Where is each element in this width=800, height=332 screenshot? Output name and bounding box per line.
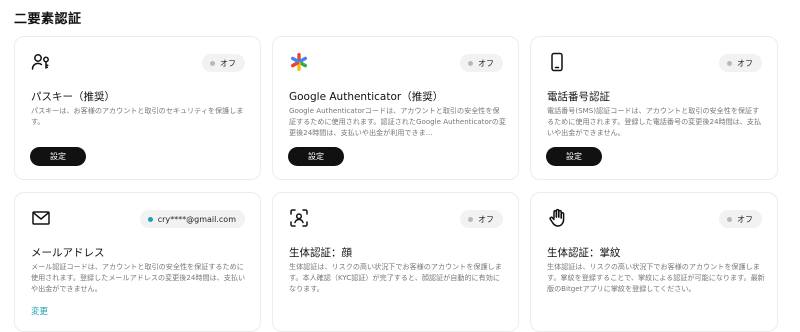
status-badge: オフ — [719, 210, 762, 228]
status-dot-icon — [210, 60, 215, 66]
google-authenticator-setup-button[interactable]: 設定 — [288, 147, 344, 166]
phone-icon — [547, 52, 567, 72]
status-text: オフ — [737, 58, 753, 68]
status-dot-icon — [147, 216, 153, 222]
face-auth-card: オフ 生体認証：顔 生体認証は、リスクの高い状況下でお客様のアカウントを保護しま… — [272, 192, 519, 332]
palm-icon — [547, 208, 567, 228]
card-title: Google Authenticator（推奨） — [289, 91, 444, 103]
card-title: パスキー（推奨） — [31, 91, 115, 103]
email-change-link[interactable]: 変更 — [31, 305, 48, 317]
status-badge: cry****@gmail.com — [139, 210, 245, 228]
card-description: メール認証コードは、アカウントと取引の安全性を保証するために使用されます。登録し… — [31, 262, 246, 293]
status-text: オフ — [220, 58, 236, 68]
card-title: 生体認証：顔 — [289, 247, 352, 259]
google-authenticator-card: オフ Google Authenticator（推奨） Google Authe… — [272, 36, 519, 180]
mail-icon — [31, 208, 51, 228]
card-title: 電話番号認証 — [547, 91, 610, 103]
status-dot-icon — [468, 60, 473, 66]
page-title: 二要素認証 — [14, 12, 82, 27]
status-badge: オフ — [202, 54, 245, 72]
status-badge: オフ — [719, 54, 762, 72]
card-description: Google Authenticatorコードは、アカウントと取引の安全性を保証… — [289, 106, 506, 137]
status-dot-icon — [727, 60, 732, 66]
card-description: 生体認証は、リスクの高い状況下でお客様のアカウントを保護します。掌紋を登録するこ… — [547, 262, 765, 293]
status-badge: オフ — [460, 210, 503, 228]
card-title: 生体認証：掌紋 — [547, 247, 621, 259]
passkey-card: オフ パスキー（推奨） パスキーは、お客様のアカウントと取引のセキュリティを保護… — [14, 36, 261, 180]
status-dot-icon — [468, 216, 473, 222]
face-scan-icon — [289, 208, 309, 228]
status-text: cry****@gmail.com — [157, 214, 236, 224]
phone-card: オフ 電話番号認証 電話番号(SMS)認証コードは、アカウントと取引の安全性を保… — [530, 36, 778, 180]
status-text: オフ — [737, 214, 753, 224]
phone-setup-button[interactable]: 設定 — [546, 147, 602, 166]
passkey-icon — [31, 52, 51, 72]
card-description: 電話番号(SMS)認証コードは、アカウントと取引の安全性を保証するために使用され… — [547, 106, 762, 137]
email-card: cry****@gmail.com メールアドレス メール認証コードは、アカウン… — [14, 192, 261, 332]
palm-auth-card: オフ 生体認証：掌紋 生体認証は、リスクの高い状況下でお客様のアカウントを保護し… — [530, 192, 778, 332]
google-authenticator-icon — [289, 52, 309, 72]
card-description: 生体認証は、リスクの高い状況下でお客様のアカウントを保護します。本人確認（KYC… — [289, 262, 502, 293]
status-dot-icon — [727, 216, 732, 222]
card-title: メールアドレス — [31, 247, 105, 259]
status-badge: オフ — [460, 54, 503, 72]
status-text: オフ — [478, 58, 494, 68]
card-description: パスキーは、お客様のアカウントと取引のセキュリティを保護します。 — [31, 106, 244, 126]
status-text: オフ — [478, 214, 494, 224]
passkey-setup-button[interactable]: 設定 — [30, 147, 86, 166]
